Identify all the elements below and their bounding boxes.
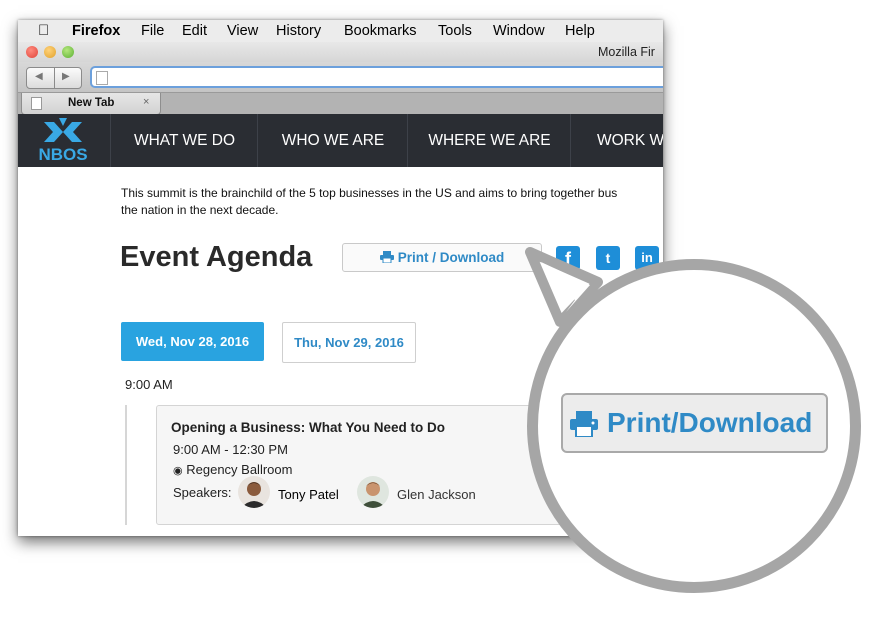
zoomed-print-download-button: Print/Download <box>561 393 828 453</box>
zoomed-print-download-label: Print/Download <box>607 407 813 438</box>
printer-icon <box>570 411 598 437</box>
callout-tail-fill <box>541 262 590 312</box>
